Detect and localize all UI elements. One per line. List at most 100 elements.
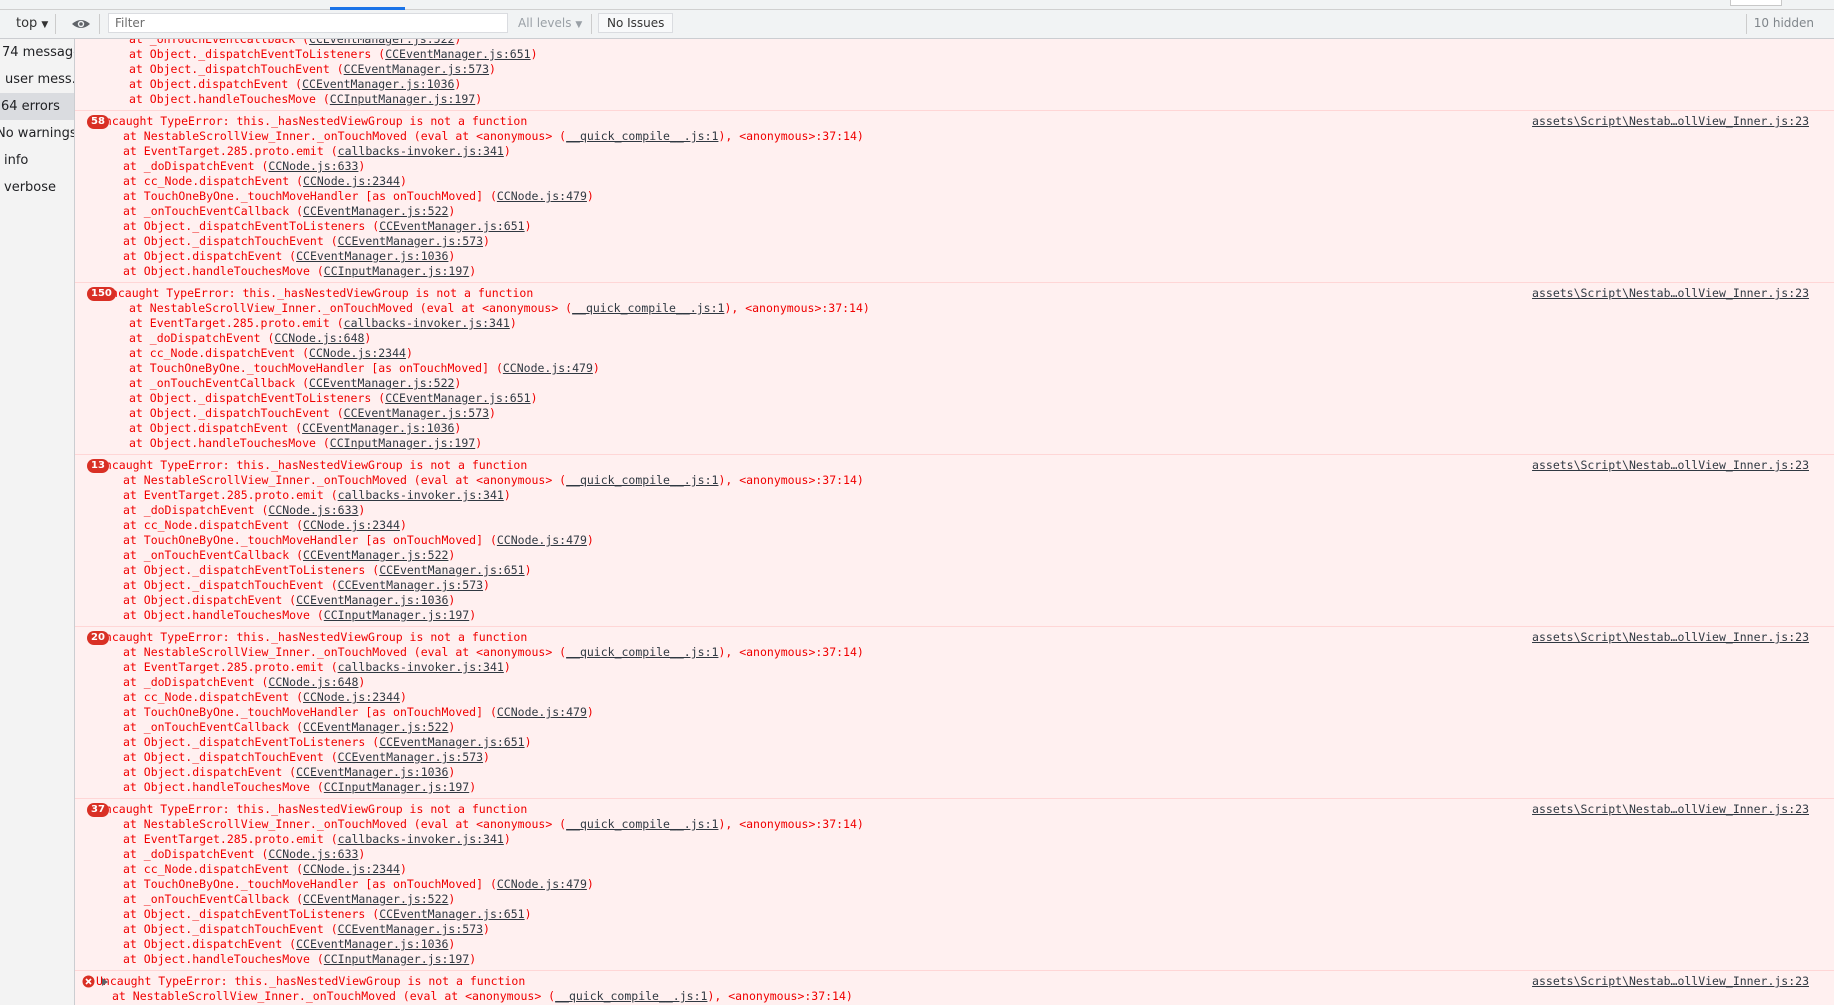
console-message[interactable]: Uncaught TypeError: this._hasNestedViewG… xyxy=(75,971,1834,1005)
source-link[interactable]: CCNode.js:633 xyxy=(268,159,358,173)
message-source-link[interactable]: assets\Script\Nestab…ollView_Inner.js:23 xyxy=(1532,630,1809,645)
console-message[interactable]: 20 Uncaught TypeError: this._hasNestedVie… xyxy=(75,627,1834,799)
sidebar-item-errors[interactable]: 64 errors xyxy=(0,93,74,120)
source-link[interactable]: CCNode.js:479 xyxy=(497,533,587,547)
source-link[interactable]: callbacks-invoker.js:341 xyxy=(344,316,510,330)
source-link[interactable]: CCEventManager.js:522 xyxy=(309,39,454,46)
source-link[interactable]: CCInputManager.js:197 xyxy=(330,436,475,450)
source-link[interactable]: CCNode.js:2344 xyxy=(303,518,400,532)
source-link[interactable]: CCNode.js:479 xyxy=(497,189,587,203)
stack-frame: at _onTouchEventCallback (CCEventManager… xyxy=(129,376,462,390)
source-link[interactable]: CCEventManager.js:522 xyxy=(309,376,454,390)
source-link[interactable]: CCEventManager.js:522 xyxy=(303,548,448,562)
source-link[interactable]: callbacks-invoker.js:341 xyxy=(338,144,504,158)
console-sidebar: 74 messages user mess... 64 errors No wa… xyxy=(0,39,75,1005)
source-link[interactable]: callbacks-invoker.js:341 xyxy=(338,488,504,502)
console-message[interactable]: 13 Uncaught TypeError: this._hasNestedVie… xyxy=(75,455,1834,627)
message-source-link[interactable]: assets\Script\Nestab…ollView_Inner.js:23 xyxy=(1532,114,1809,129)
sidebar-item-info[interactable]: info xyxy=(4,147,74,174)
sidebar-item-user-messages[interactable]: user mess... xyxy=(5,66,74,93)
source-link[interactable]: CCNode.js:648 xyxy=(274,331,364,345)
stack-frame: at TouchOneByOne._touchMoveHandler [as o… xyxy=(123,533,594,547)
source-link[interactable]: CCNode.js:2344 xyxy=(303,174,400,188)
source-link[interactable]: CCEventManager.js:573 xyxy=(338,922,483,936)
source-link[interactable]: CCNode.js:479 xyxy=(503,361,593,375)
source-link[interactable]: CCEventManager.js:651 xyxy=(379,219,524,233)
stack-frame: at NestableScrollView_Inner._onTouchMove… xyxy=(123,129,864,143)
source-link[interactable]: callbacks-invoker.js:341 xyxy=(338,660,504,674)
source-link[interactable]: __quick_compile__.js:1 xyxy=(566,129,718,143)
issues-button[interactable]: No Issues xyxy=(598,13,674,33)
sidebar-item-verbose[interactable]: verbose xyxy=(4,174,74,201)
stack-frame: at NestableScrollView_Inner._onTouchMove… xyxy=(129,301,870,315)
expand-arrow-icon[interactable] xyxy=(102,978,108,986)
source-link[interactable]: __quick_compile__.js:1 xyxy=(566,473,718,487)
source-link[interactable]: CCEventManager.js:573 xyxy=(338,750,483,764)
source-link[interactable]: CCInputManager.js:197 xyxy=(330,92,475,106)
source-link[interactable]: CCNode.js:633 xyxy=(268,503,358,517)
message-source-link[interactable]: assets\Script\Nestab…ollView_Inner.js:23 xyxy=(1532,458,1809,473)
message-source-link[interactable]: assets\Script\Nestab…ollView_Inner.js:23 xyxy=(1532,286,1809,301)
source-link[interactable]: CCEventManager.js:1036 xyxy=(302,421,454,435)
stack-frame: at EventTarget.285.proto.emit (callbacks… xyxy=(123,144,511,158)
source-link[interactable]: CCEventManager.js:1036 xyxy=(302,77,454,91)
source-link[interactable]: CCEventManager.js:651 xyxy=(379,735,524,749)
source-link[interactable]: CCEventManager.js:651 xyxy=(385,47,530,61)
stack-frame: at Object._dispatchEventToListeners (CCE… xyxy=(129,47,538,61)
console-message[interactable]: 150 Uncaught TypeError: this._hasNestedVi… xyxy=(75,283,1834,455)
stack-frame: at _doDispatchEvent (CCNode.js:648) xyxy=(123,675,366,689)
source-link[interactable]: CCEventManager.js:573 xyxy=(344,406,489,420)
source-link[interactable]: CCEventManager.js:1036 xyxy=(296,765,448,779)
source-link[interactable]: callbacks-invoker.js:341 xyxy=(338,832,504,846)
source-link[interactable]: CCEventManager.js:1036 xyxy=(296,593,448,607)
stack-frame: at Object._dispatchEventToListeners (CCE… xyxy=(123,219,532,233)
source-link[interactable]: CCEventManager.js:651 xyxy=(385,391,530,405)
filter-input[interactable] xyxy=(108,13,508,33)
source-link[interactable]: CCEventManager.js:522 xyxy=(303,720,448,734)
source-link[interactable]: CCNode.js:2344 xyxy=(303,690,400,704)
source-link[interactable]: CCInputManager.js:197 xyxy=(324,780,469,794)
corner-button[interactable] xyxy=(1730,0,1782,6)
message-source-link[interactable]: assets\Script\Nestab…ollView_Inner.js:23 xyxy=(1532,802,1809,817)
source-link[interactable]: __quick_compile__.js:1 xyxy=(566,645,718,659)
source-link[interactable]: CCNode.js:479 xyxy=(497,705,587,719)
console-message[interactable]: 58 Uncaught TypeError: this._hasNestedVie… xyxy=(75,111,1834,283)
stack-frame: at Object.dispatchEvent (CCEventManager.… xyxy=(123,249,456,263)
devtools-tab-strip xyxy=(0,0,1834,10)
log-levels-dropdown[interactable]: All levels ▼ xyxy=(518,16,582,30)
source-link[interactable]: CCNode.js:648 xyxy=(268,675,358,689)
stack-frame: at Object.dispatchEvent (CCEventManager.… xyxy=(129,421,462,435)
source-link[interactable]: CCEventManager.js:522 xyxy=(303,892,448,906)
source-link[interactable]: CCEventManager.js:651 xyxy=(379,563,524,577)
source-link[interactable]: CCEventManager.js:573 xyxy=(338,234,483,248)
source-link[interactable]: CCEventManager.js:573 xyxy=(338,578,483,592)
message-source-link[interactable]: assets\Script\Nestab…ollView_Inner.js:23 xyxy=(1532,974,1809,989)
console-message[interactable]: 37 Uncaught TypeError: this._hasNestedVie… xyxy=(75,799,1834,971)
stack-frame: at _doDispatchEvent (CCNode.js:633) xyxy=(123,847,366,861)
source-link[interactable]: CCInputManager.js:197 xyxy=(324,608,469,622)
toolbar-divider xyxy=(591,14,592,34)
source-link[interactable]: CCEventManager.js:1036 xyxy=(296,249,448,263)
sidebar-item-messages[interactable]: 74 messages xyxy=(2,39,74,66)
eye-icon[interactable] xyxy=(71,15,91,33)
source-link[interactable]: CCEventManager.js:1036 xyxy=(296,937,448,951)
repeat-count-badge: 13 xyxy=(87,459,109,473)
source-link[interactable]: CCNode.js:479 xyxy=(497,877,587,891)
caret-down-icon: ▼ xyxy=(575,20,583,30)
source-link[interactable]: CCEventManager.js:522 xyxy=(303,204,448,218)
source-link[interactable]: CCInputManager.js:197 xyxy=(324,952,469,966)
source-link[interactable]: CCNode.js:633 xyxy=(268,847,358,861)
source-link[interactable]: __quick_compile__.js:1 xyxy=(566,817,718,831)
repeat-count-badge: 58 xyxy=(87,115,109,129)
stack-frame: at NestableScrollView_Inner._onTouchMove… xyxy=(123,645,864,659)
source-link[interactable]: __quick_compile__.js:1 xyxy=(555,989,707,1003)
stack-frame: at Object.dispatchEvent (CCEventManager.… xyxy=(123,765,456,779)
source-link[interactable]: CCEventManager.js:651 xyxy=(379,907,524,921)
source-link[interactable]: __quick_compile__.js:1 xyxy=(572,301,724,315)
sidebar-item-warnings[interactable]: No warnings xyxy=(0,120,74,147)
source-link[interactable]: CCNode.js:2344 xyxy=(309,346,406,360)
source-link[interactable]: CCInputManager.js:197 xyxy=(324,264,469,278)
source-link[interactable]: CCEventManager.js:573 xyxy=(344,62,489,76)
context-selector[interactable]: top ▼ xyxy=(16,16,48,31)
source-link[interactable]: CCNode.js:2344 xyxy=(303,862,400,876)
